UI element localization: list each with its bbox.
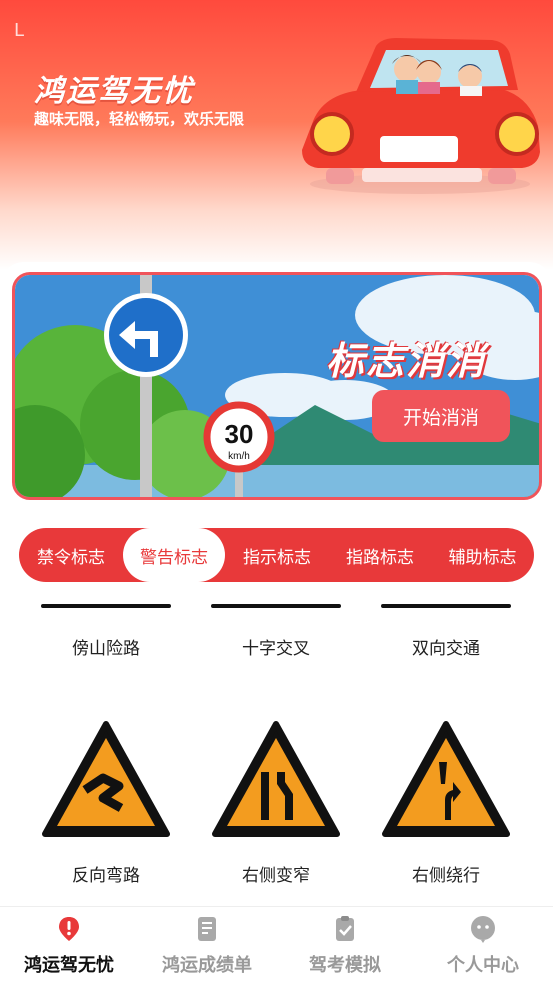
header-banner: L 鸿运驾无忧 趣味无限，轻松畅玩，欢乐无限 (0, 0, 553, 270)
sign-label-crossroads[interactable]: 十字交叉 (191, 634, 361, 659)
nav-label-profile: 个人中心 (447, 955, 519, 976)
sign-partial-edge (41, 604, 171, 608)
bottom-navigation: 鸿运驾无忧 鸿运成绩单 驾考模拟 个人中心 (0, 906, 553, 984)
sign-category-tabs: 禁令标志 警告标志 指示标志 指路标志 辅助标志 (19, 528, 534, 582)
start-game-button[interactable]: 开始消消 (372, 390, 510, 442)
right-detour-sign-icon[interactable] (381, 720, 511, 840)
status-indicator: L (14, 20, 25, 41)
nav-home[interactable]: 鸿运驾无忧 (0, 907, 138, 984)
sign-label-two-way-traffic[interactable]: 双向交通 (361, 634, 531, 659)
banner-scene-illustration: 30 km/h (15, 275, 539, 497)
speed-sign-unit: km/h (228, 451, 250, 462)
speed-sign-value: 30 (225, 419, 254, 449)
sign-partial-edge (381, 604, 511, 608)
tab-guide-signs[interactable]: 指路标志 (329, 528, 431, 582)
nav-label-score-report: 鸿运成绩单 (162, 955, 252, 976)
family-car-illustration (302, 38, 540, 194)
tab-indication-signs[interactable]: 指示标志 (225, 528, 329, 582)
sign-partial-edge (211, 604, 341, 608)
sign-label-mountain-road[interactable]: 傍山险路 (21, 634, 191, 659)
reverse-curve-sign-icon[interactable] (41, 720, 171, 840)
profile-face-icon (471, 916, 495, 943)
sign-label-reverse-curve[interactable]: 反向弯路 (21, 861, 191, 886)
exam-checklist-icon (336, 916, 354, 941)
nav-score-report[interactable]: 鸿运成绩单 (138, 907, 276, 984)
nav-profile[interactable]: 个人中心 (414, 907, 552, 984)
nav-label-exam-simulation: 驾考模拟 (309, 955, 381, 976)
nav-label-home: 鸿运驾无忧 (24, 955, 114, 976)
tab-auxiliary-signs[interactable]: 辅助标志 (431, 528, 534, 582)
sign-label-right-narrow[interactable]: 右侧变窄 (191, 861, 361, 886)
tab-prohibition-signs[interactable]: 禁令标志 (19, 528, 123, 582)
right-narrow-sign-icon[interactable] (211, 720, 341, 840)
score-report-icon (198, 917, 216, 941)
alert-pin-icon (59, 917, 79, 941)
banner-title: 标志消消 (326, 339, 487, 383)
nav-exam-simulation[interactable]: 驾考模拟 (276, 907, 414, 984)
tab-warning-signs[interactable]: 警告标志 (123, 528, 225, 582)
sign-label-right-detour[interactable]: 右侧绕行 (361, 861, 531, 886)
app-title: 鸿运驾无忧 (34, 74, 194, 109)
sign-elimination-banner[interactable]: 30 km/h (12, 272, 542, 500)
app-subtitle: 趣味无限，轻松畅玩，欢乐无限 (34, 110, 245, 128)
